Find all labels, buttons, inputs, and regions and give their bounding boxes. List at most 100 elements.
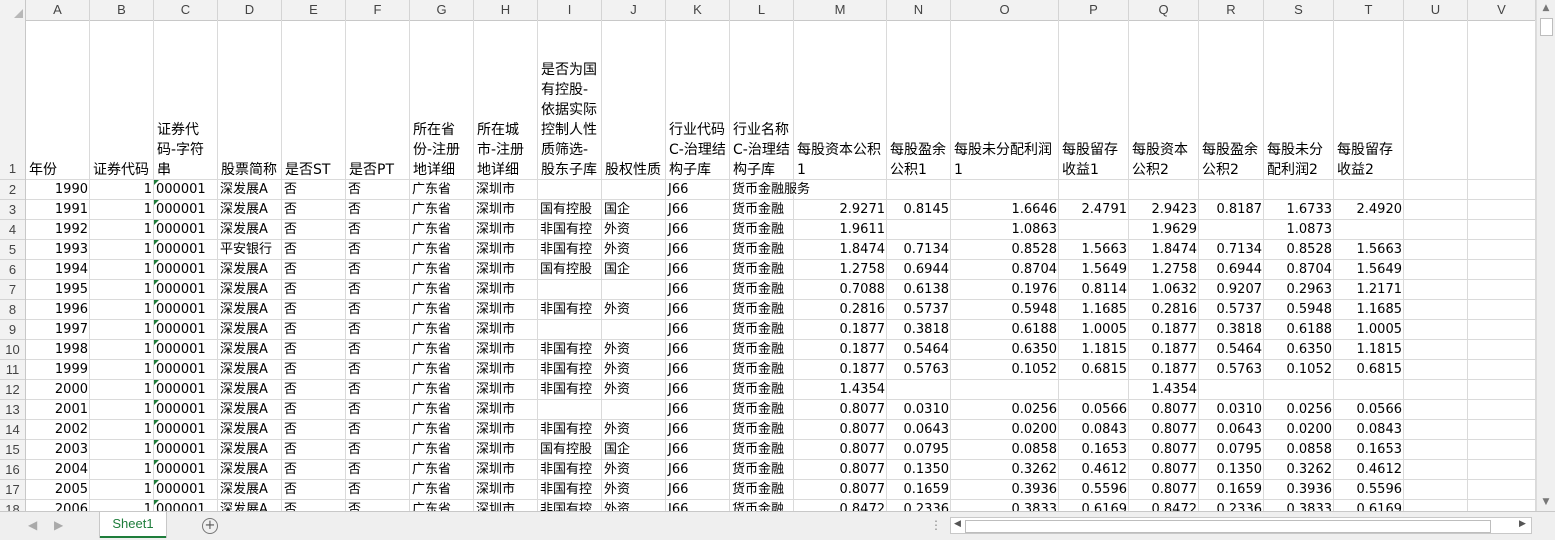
- cell-h17[interactable]: 深圳市: [474, 480, 538, 500]
- cell-f16[interactable]: 否: [346, 460, 410, 480]
- column-header-q[interactable]: Q: [1129, 0, 1199, 20]
- cell-a11[interactable]: 1999: [26, 360, 90, 380]
- cell-j10[interactable]: 外资: [602, 340, 666, 360]
- cell-e17[interactable]: 否: [282, 480, 346, 500]
- cell-l6[interactable]: 货币金融: [730, 260, 794, 280]
- cell-s6[interactable]: 0.8704: [1264, 260, 1334, 280]
- cell-f2[interactable]: 否: [346, 180, 410, 200]
- cell-f9[interactable]: 否: [346, 320, 410, 340]
- cell-a14[interactable]: 2002: [26, 420, 90, 440]
- cell-o17[interactable]: 0.3936: [951, 480, 1059, 500]
- cell-f7[interactable]: 否: [346, 280, 410, 300]
- cell-m16[interactable]: 0.8077: [794, 460, 887, 480]
- cell-g17[interactable]: 广东省: [410, 480, 474, 500]
- column-header-d[interactable]: D: [218, 0, 282, 20]
- cell-q11[interactable]: 0.1877: [1129, 360, 1199, 380]
- cell-b11[interactable]: 1: [90, 360, 154, 380]
- cell-d5[interactable]: 平安银行: [218, 240, 282, 260]
- cell-n13[interactable]: 0.0310: [887, 400, 951, 420]
- cell-e3[interactable]: 否: [282, 200, 346, 220]
- cell-g13[interactable]: 广东省: [410, 400, 474, 420]
- cell-c10[interactable]: 000001: [154, 340, 218, 360]
- cell-c15[interactable]: 000001: [154, 440, 218, 460]
- cell-h8[interactable]: 深圳市: [474, 300, 538, 320]
- cell-l16[interactable]: 货币金融: [730, 460, 794, 480]
- cell-h7[interactable]: 深圳市: [474, 280, 538, 300]
- cell-c12[interactable]: 000001: [154, 380, 218, 400]
- header-cell-q[interactable]: 每股资本公积2: [1129, 20, 1199, 180]
- cell-n16[interactable]: 0.1350: [887, 460, 951, 480]
- cell-m12[interactable]: 1.4354: [794, 380, 887, 400]
- cell-h3[interactable]: 深圳市: [474, 200, 538, 220]
- column-header-u[interactable]: U: [1404, 0, 1468, 20]
- cell-r9[interactable]: 0.3818: [1199, 320, 1264, 340]
- cell-q8[interactable]: 0.2816: [1129, 300, 1199, 320]
- cell-s16[interactable]: 0.3262: [1264, 460, 1334, 480]
- cell-c3[interactable]: 000001: [154, 200, 218, 220]
- row-header-8[interactable]: 8: [0, 300, 25, 320]
- cell-l17[interactable]: 货币金融: [730, 480, 794, 500]
- cell-c2[interactable]: 000001: [154, 180, 218, 200]
- cell-h6[interactable]: 深圳市: [474, 260, 538, 280]
- cell-t15[interactable]: 0.1653: [1334, 440, 1404, 460]
- cell-s18[interactable]: 0.3833: [1264, 500, 1334, 511]
- cell-m3[interactable]: 2.9271: [794, 200, 887, 220]
- cell-g2[interactable]: 广东省: [410, 180, 474, 200]
- cell-r17[interactable]: 0.1659: [1199, 480, 1264, 500]
- cell-q4[interactable]: 1.9629: [1129, 220, 1199, 240]
- cell-o4[interactable]: 1.0863: [951, 220, 1059, 240]
- cell-k16[interactable]: J66: [666, 460, 730, 480]
- cell-o9[interactable]: 0.6188: [951, 320, 1059, 340]
- cell-g18[interactable]: 广东省: [410, 500, 474, 511]
- cell-l18[interactable]: 货币金融: [730, 500, 794, 511]
- cell-p14[interactable]: 0.0843: [1059, 420, 1129, 440]
- cell-f14[interactable]: 否: [346, 420, 410, 440]
- cell-n6[interactable]: 0.6944: [887, 260, 951, 280]
- cell-q16[interactable]: 0.8077: [1129, 460, 1199, 480]
- header-cell-f[interactable]: 是否PT: [346, 20, 410, 180]
- row-header-5[interactable]: 5: [0, 240, 25, 260]
- column-header-e[interactable]: E: [282, 0, 346, 20]
- cell-q5[interactable]: 1.8474: [1129, 240, 1199, 260]
- cell-t11[interactable]: 0.6815: [1334, 360, 1404, 380]
- column-header-h[interactable]: H: [474, 0, 538, 20]
- header-cell-l[interactable]: 行业名称C-治理结构子库: [730, 20, 794, 180]
- cell-c8[interactable]: 000001: [154, 300, 218, 320]
- cell-m10[interactable]: 0.1877: [794, 340, 887, 360]
- cell-d11[interactable]: 深发展A: [218, 360, 282, 380]
- cell-r11[interactable]: 0.5763: [1199, 360, 1264, 380]
- cell-t17[interactable]: 0.5596: [1334, 480, 1404, 500]
- cell-p5[interactable]: 1.5663: [1059, 240, 1129, 260]
- cell-l7[interactable]: 货币金融: [730, 280, 794, 300]
- column-header-j[interactable]: J: [602, 0, 666, 20]
- header-cell-k[interactable]: 行业代码C-治理结构子库: [666, 20, 730, 180]
- cell-k8[interactable]: J66: [666, 300, 730, 320]
- cell-r13[interactable]: 0.0310: [1199, 400, 1264, 420]
- cell-k7[interactable]: J66: [666, 280, 730, 300]
- cell-m15[interactable]: 0.8077: [794, 440, 887, 460]
- cell-a12[interactable]: 2000: [26, 380, 90, 400]
- cell-k12[interactable]: J66: [666, 380, 730, 400]
- cell-f5[interactable]: 否: [346, 240, 410, 260]
- cell-m18[interactable]: 0.8472: [794, 500, 887, 511]
- cell-t14[interactable]: 0.0843: [1334, 420, 1404, 440]
- column-header-c[interactable]: C: [154, 0, 218, 20]
- cell-m6[interactable]: 1.2758: [794, 260, 887, 280]
- next-sheet-icon[interactable]: ▶: [54, 518, 63, 532]
- cell-k9[interactable]: J66: [666, 320, 730, 340]
- cell-t6[interactable]: 1.5649: [1334, 260, 1404, 280]
- cell-m4[interactable]: 1.9611: [794, 220, 887, 240]
- cell-h12[interactable]: 深圳市: [474, 380, 538, 400]
- cell-r15[interactable]: 0.0795: [1199, 440, 1264, 460]
- column-header-b[interactable]: B: [90, 0, 154, 20]
- cell-m7[interactable]: 0.7088: [794, 280, 887, 300]
- cell-o15[interactable]: 0.0858: [951, 440, 1059, 460]
- cell-r5[interactable]: 0.7134: [1199, 240, 1264, 260]
- cell-i10[interactable]: 非国有控: [538, 340, 602, 360]
- column-header-r[interactable]: R: [1199, 0, 1264, 20]
- cell-e11[interactable]: 否: [282, 360, 346, 380]
- cell-o11[interactable]: 0.1052: [951, 360, 1059, 380]
- column-header-n[interactable]: N: [887, 0, 951, 20]
- cell-l9[interactable]: 货币金融: [730, 320, 794, 340]
- cell-d12[interactable]: 深发展A: [218, 380, 282, 400]
